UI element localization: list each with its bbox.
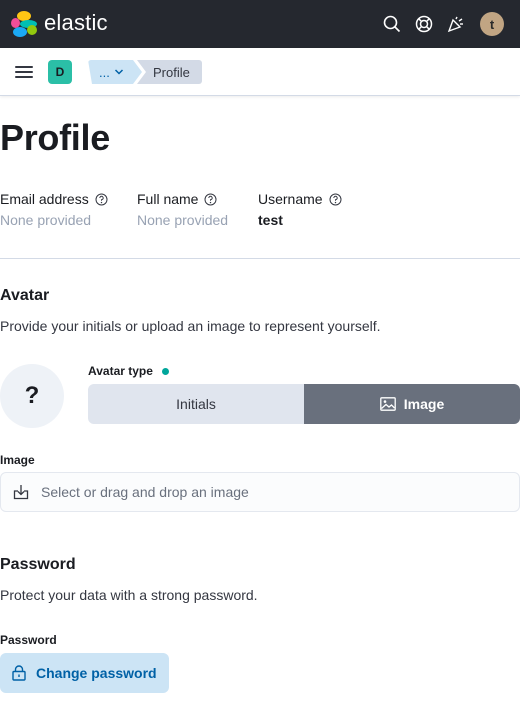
email-label: Email address: [0, 191, 89, 207]
elastic-logo-icon: [11, 11, 37, 37]
fullname-value: None provided: [137, 212, 229, 228]
help-icon[interactable]: [412, 12, 436, 36]
space-avatar[interactable]: D: [48, 60, 72, 84]
question-icon[interactable]: [204, 193, 217, 206]
brand-name: elastic: [44, 10, 108, 35]
status-dot-icon: [161, 367, 169, 375]
import-icon: [13, 485, 29, 500]
elastic-home-link[interactable]: elastic: [11, 10, 108, 37]
avatar-type-label-text: Avatar type: [88, 364, 153, 378]
search-icon[interactable]: [380, 12, 404, 36]
file-picker-placeholder: Select or drag and drop an image: [41, 484, 249, 500]
top-header: elastic t: [0, 0, 520, 48]
change-password-label: Change password: [36, 665, 157, 681]
fullname-field: Full name None provided: [137, 191, 228, 228]
news-icon[interactable]: [444, 12, 468, 36]
avatar-section-title: Avatar: [0, 287, 50, 304]
avatar-preview: ?: [0, 364, 64, 428]
question-icon[interactable]: [95, 193, 108, 206]
breadcrumb-current: Profile: [137, 60, 202, 84]
section-divider: [0, 258, 520, 259]
initials-option-label: Initials: [176, 396, 216, 412]
username-value: test: [258, 212, 283, 228]
fullname-label: Full name: [137, 191, 199, 207]
question-icon[interactable]: [329, 193, 342, 206]
menu-icon[interactable]: [15, 63, 33, 81]
lock-icon: [12, 665, 26, 681]
avatar-type-image-button[interactable]: Image: [304, 384, 520, 424]
user-avatar[interactable]: t: [480, 12, 504, 36]
breadcrumb-bar: [0, 48, 520, 96]
image-option-label: Image: [403, 396, 445, 412]
chevron-down-icon: [114, 67, 124, 77]
email-field: Email address None provided: [0, 191, 108, 228]
avatar-section-description: Provide your initials or upload an image…: [0, 318, 381, 334]
image-field-label: Image: [0, 453, 35, 467]
password-section-title: Password: [0, 556, 76, 573]
avatar-type-initials-button[interactable]: Initials: [88, 384, 304, 424]
username-field: Username test: [258, 191, 342, 228]
breadcrumb-collapsed[interactable]: ...: [88, 60, 142, 84]
image-icon: [379, 397, 396, 411]
avatar-type-label: Avatar type: [88, 364, 169, 378]
change-password-button[interactable]: Change password: [0, 653, 169, 693]
avatar-type-toggle: Initials Image: [88, 384, 520, 424]
image-file-picker[interactable]: Select or drag and drop an image: [0, 472, 520, 512]
breadcrumb-collapsed-label: ...: [99, 64, 110, 80]
password-section-description: Protect your data with a strong password…: [0, 587, 258, 603]
password-field-label: Password: [0, 633, 57, 647]
email-value: None provided: [0, 212, 92, 228]
page-title: Profile: [0, 117, 110, 158]
username-label: Username: [258, 191, 323, 207]
